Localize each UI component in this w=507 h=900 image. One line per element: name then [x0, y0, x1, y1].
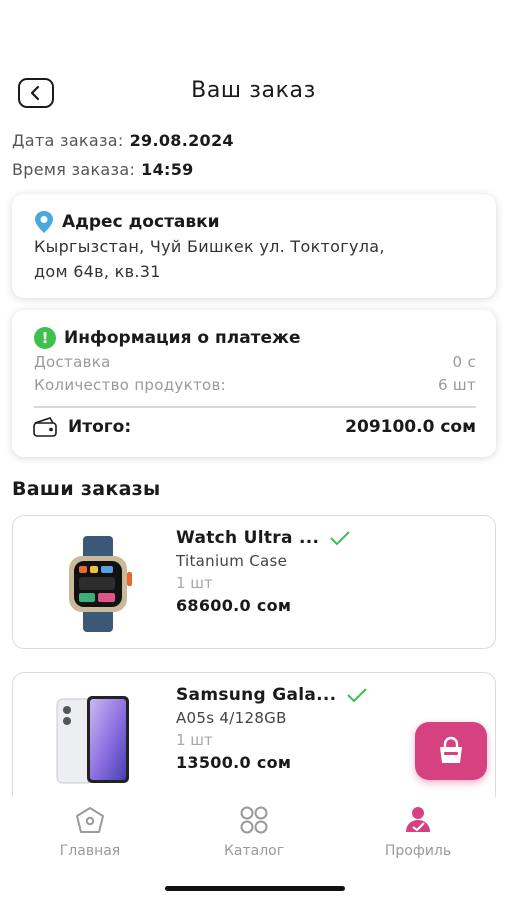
tab-home[interactable]: Главная	[30, 805, 150, 859]
order-date-label: Дата заказа:	[12, 131, 124, 150]
tab-profile-label: Профиль	[384, 843, 452, 859]
order-date: Дата заказа: 29.08.2024	[12, 131, 234, 150]
address-text: Кыргызстан, Чуй Бишкек ул. Токтогула, до…	[34, 234, 385, 284]
product-price: 68600.0 сом	[176, 596, 292, 615]
address-title-text: Адрес доставки	[62, 212, 220, 232]
watch-ultra-image	[69, 536, 132, 632]
address-line-1: Кыргызстан, Чуй Бишкек ул. Токтогула,	[34, 237, 385, 256]
check-icon	[330, 531, 350, 546]
product-name: Samsung Gala...	[176, 685, 337, 705]
product-count-row: Количество продуктов: 6 шт	[34, 376, 476, 394]
orders-section-title: Ваши заказы	[12, 478, 161, 500]
tab-home-label: Главная	[59, 843, 121, 859]
product-count-value: 6 шт	[438, 376, 476, 394]
tab-catalog-label: Каталог	[223, 843, 285, 859]
header: Ваш заказ	[0, 76, 507, 110]
product-variant: A05s 4/128GB	[176, 709, 287, 727]
product-variant: Titanium Case	[176, 552, 288, 570]
order-item-card[interactable]: Watch Ultra ... Titanium Case 1 шт 68600…	[12, 515, 496, 649]
delivery-label: Доставка	[34, 353, 111, 371]
total-value: 209100.0 сом	[345, 417, 476, 437]
check-icon	[347, 688, 368, 703]
delivery-row: Доставка 0 с	[34, 353, 476, 371]
divider	[34, 406, 476, 408]
catalog-icon	[240, 806, 268, 834]
product-price: 13500.0 сом	[176, 753, 292, 772]
payment-title: ! Информация о платеже	[34, 327, 301, 349]
product-quantity: 1 шт	[176, 731, 213, 749]
samsung-phone-image	[56, 696, 129, 784]
order-date-value: 29.08.2024	[129, 131, 234, 150]
profile-icon	[406, 807, 430, 832]
cart-button[interactable]	[415, 722, 487, 780]
address-card: Адрес доставки Кыргызстан, Чуй Бишкек ул…	[12, 194, 496, 298]
total-label: Итого:	[68, 417, 132, 437]
address-title: Адрес доставки	[34, 210, 220, 234]
order-time-label: Время заказа:	[12, 160, 136, 179]
wallet-icon	[33, 417, 57, 437]
tab-profile[interactable]: Профиль	[358, 805, 478, 859]
delivery-value: 0 с	[452, 353, 476, 371]
bottom-tab-bar: Главная Каталог Профиль	[0, 797, 507, 900]
location-pin-icon	[35, 211, 53, 233]
product-quantity: 1 шт	[176, 574, 213, 592]
home-icon	[76, 807, 104, 833]
tab-catalog[interactable]: Каталог	[194, 805, 314, 859]
total-row: Итого: 209100.0 сом	[32, 416, 476, 438]
payment-card: ! Информация о платеже Доставка 0 с Коли…	[12, 310, 496, 457]
info-icon: !	[34, 327, 56, 349]
address-line-2: дом 64в, кв.31	[34, 262, 161, 281]
shopping-bag-icon	[440, 736, 462, 763]
order-time: Время заказа: 14:59	[12, 160, 194, 179]
page-title: Ваш заказ	[191, 78, 316, 103]
home-indicator	[165, 886, 345, 891]
product-count-label: Количество продуктов:	[34, 376, 226, 394]
product-name: Watch Ultra ...	[176, 528, 320, 548]
payment-title-text: Информация о платеже	[64, 328, 301, 348]
order-time-value: 14:59	[141, 160, 194, 179]
